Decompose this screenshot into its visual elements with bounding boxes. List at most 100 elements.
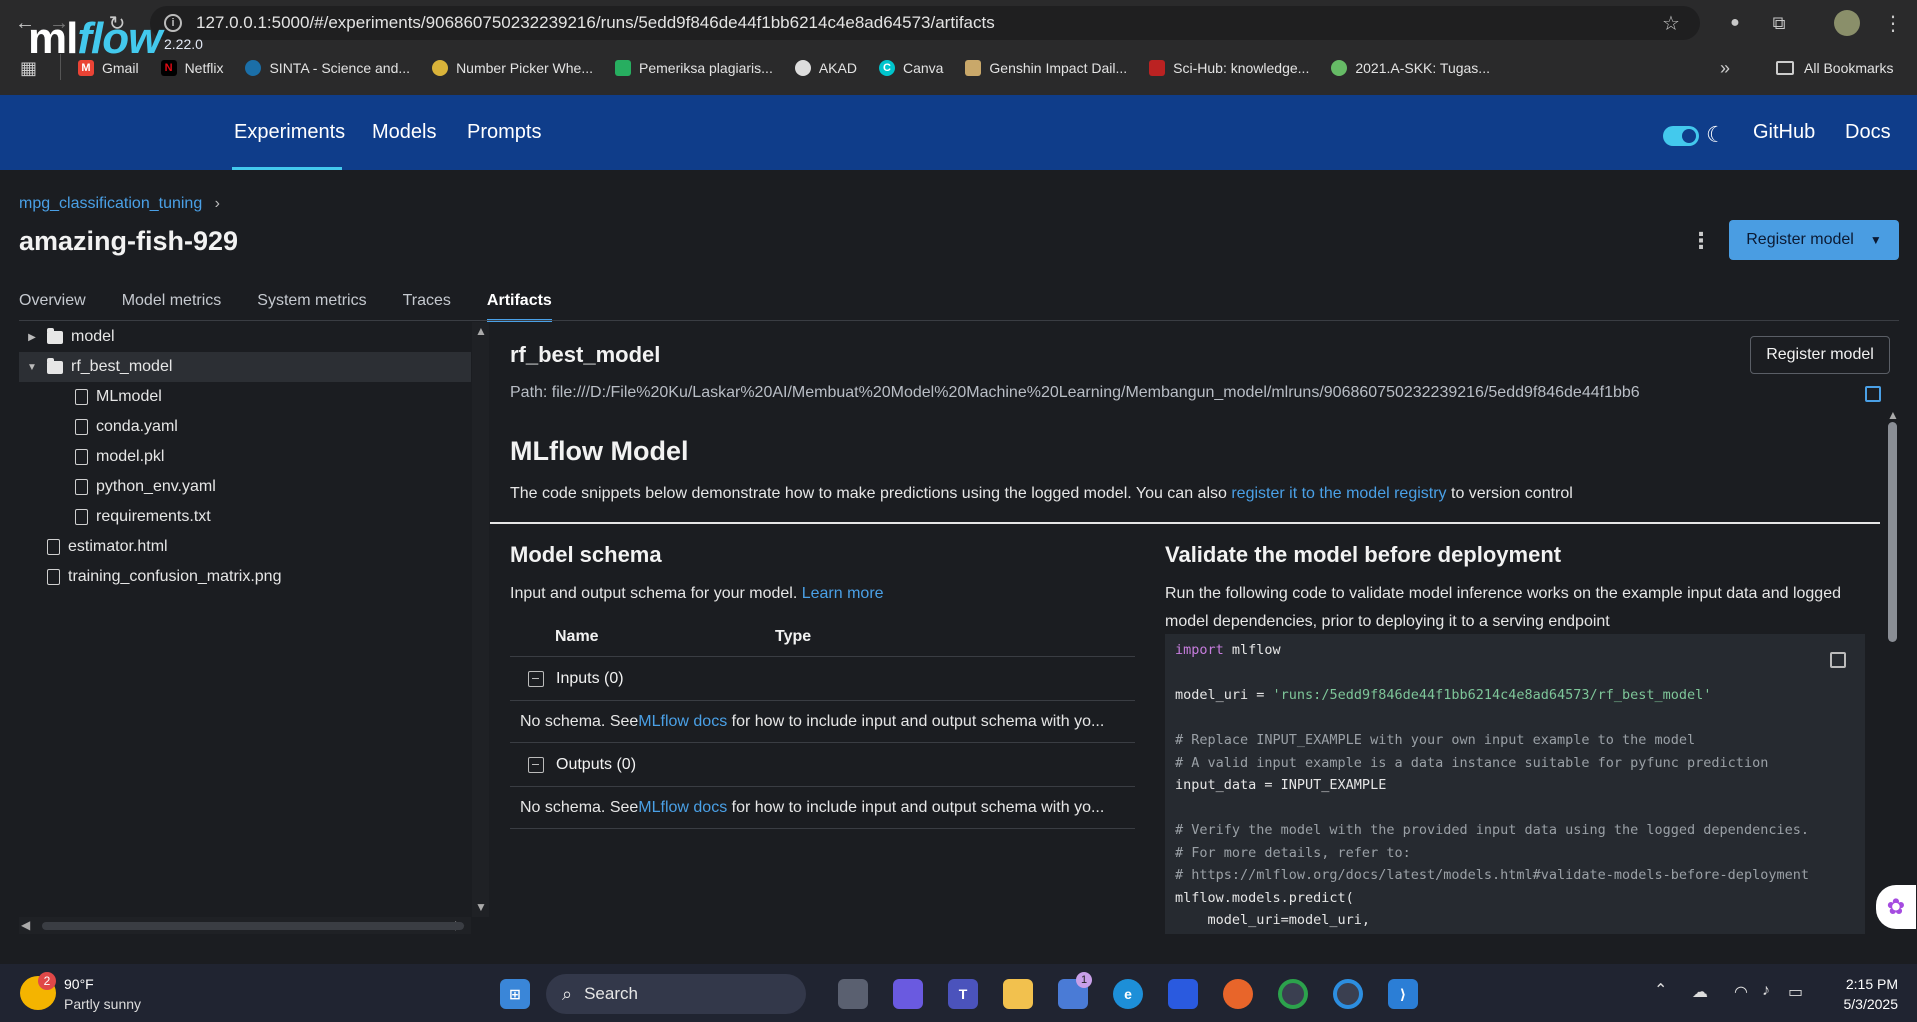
scroll-down-icon[interactable]: ▼ [475,900,487,914]
onedrive-icon[interactable]: ☁ [1692,982,1708,1002]
scroll-up-icon[interactable]: ▲ [475,324,487,338]
tree-item-model-pkl[interactable]: model.pkl [19,442,471,472]
tree-item-label: MLmodel [96,388,162,405]
inputs-no-schema-row: No schema. See MLflow docs for how to in… [510,701,1135,743]
learn-more-link[interactable]: Learn more [802,585,884,602]
all-bookmarks[interactable]: All Bookmarks [1776,60,1893,76]
inputs-label: Inputs (0) [556,669,624,687]
collapse-icon[interactable] [528,670,544,687]
bookmark-sinta[interactable]: SINTA - Science and... [245,60,410,76]
sinta-icon [245,60,262,76]
incognito-icon[interactable]: ● [1720,8,1750,38]
dark-mode-toggle[interactable] [1663,126,1699,146]
extensions-icon[interactable]: ⧉ [1764,8,1794,38]
profile-avatar[interactable] [1834,10,1860,36]
teams-icon[interactable]: T [948,979,978,1009]
mlflow-docs-link[interactable]: MLflow docs [638,713,727,731]
bookmark-scihub[interactable]: Sci-Hub: knowledge... [1149,60,1309,76]
mlflow-logo[interactable]: mlflow [28,14,162,64]
caret-right-icon[interactable]: ▶ [25,332,39,343]
tab-artifacts[interactable]: Artifacts [486,292,552,322]
bookmark-star-icon[interactable]: ☆ [1656,8,1686,38]
tab-model-metrics[interactable]: Model metrics [122,292,222,322]
weather-temp[interactable]: 90°F [64,976,94,992]
file-icon [75,389,88,405]
tab-overview[interactable]: Overview [19,292,86,322]
taskbar-search[interactable]: ⌕ Search [546,974,806,1014]
edge-icon[interactable]: e [1113,979,1143,1009]
tree-item-mlmodel[interactable]: MLmodel [19,382,471,412]
tree-item-model[interactable]: ▶ model [19,322,471,352]
docs-link[interactable]: Docs [1845,95,1891,170]
more-options-icon[interactable]: ⋮ [1690,228,1712,254]
bookmark-canva[interactable]: C Canva [878,60,943,76]
assistant-icon[interactable]: ✿ [1876,885,1916,929]
firefox-icon[interactable] [1223,979,1253,1009]
breadcrumb-experiment[interactable]: mpg_classification_tuning [19,195,202,212]
tab-system-metrics[interactable]: System metrics [257,292,366,322]
bookmark-genshin[interactable]: Genshin Impact Dail... [965,60,1127,76]
tree-item-conda-yaml[interactable]: conda.yaml [19,412,471,442]
tree-scroll-thumb[interactable] [42,922,464,930]
code-line: model_uri=model_uri, [1175,912,1855,934]
chevron-down-icon[interactable]: ▼ [1870,233,1882,247]
scroll-up-icon[interactable]: ▲ [1887,408,1899,422]
nav-prompts[interactable]: Prompts [467,95,541,170]
tree-item-rf-best-model[interactable]: ▼ rf_best_model [19,352,471,382]
nav-models[interactable]: Models [372,95,436,170]
tree-item-python-env[interactable]: python_env.yaml [19,472,471,502]
bookmark-label: Netflix [184,60,224,76]
more-bookmarks-icon[interactable]: » [1720,58,1730,79]
file-explorer-icon[interactable] [1003,979,1033,1009]
tree-item-confusion-matrix[interactable]: training_confusion_matrix.png [19,562,471,592]
vscode-icon[interactable]: ⟩ [1388,979,1418,1009]
bookmark-label: AKAD [818,60,857,76]
nav-experiments[interactable]: Experiments [234,95,345,170]
register-model-secondary-button[interactable]: Register model [1750,336,1890,374]
url-text[interactable]: 127.0.0.1:5000/#/experiments/90686075023… [196,13,995,33]
bookmark-netflix[interactable]: N Netflix [160,60,224,76]
task-view-icon[interactable] [838,979,868,1009]
all-bookmarks-label: All Bookmarks [1804,60,1894,76]
browser-menu-icon[interactable]: ⋮ [1878,8,1908,38]
github-link[interactable]: GitHub [1753,95,1815,170]
copilot-icon[interactable] [893,979,923,1009]
outputs-section-row[interactable]: Outputs (0) [510,743,1135,787]
tree-vertical-scrollbar[interactable]: ▲ ▼ [472,322,489,917]
copy-icon[interactable] [1865,386,1881,402]
plagiarism-icon [615,60,631,76]
battery-icon[interactable]: ▭ [1788,982,1803,1002]
register-registry-link[interactable]: register it to the model registry [1231,485,1446,502]
col-name-header: Name [555,627,599,645]
tree-item-estimator-html[interactable]: estimator.html [19,532,471,562]
site-info-icon[interactable]: i [164,14,182,32]
collapse-icon[interactable] [528,756,544,773]
scroll-left-icon[interactable]: ◀ [21,918,30,932]
bookmark-skk[interactable]: 2021.A-SKK: Tugas... [1331,60,1490,76]
volume-icon[interactable]: ♪ [1762,982,1770,1000]
bookmark-akad[interactable]: AKAD [794,60,857,76]
vpn-icon[interactable] [1168,979,1198,1009]
windows-start-icon[interactable]: ⊞ [500,979,530,1009]
bookmark-number-picker[interactable]: Number Picker Whe... [432,60,593,76]
clock-time[interactable]: 2:15 PM [1838,976,1898,992]
address-bar[interactable]: i 127.0.0.1:5000/#/experiments/906860750… [150,6,1700,40]
clock-date[interactable]: 5/3/2025 [1826,996,1899,1012]
wifi-icon[interactable]: ◠ [1734,982,1748,1002]
caret-down-icon[interactable]: ▼ [25,362,39,373]
col-type-header: Type [775,627,812,645]
chrome-icon[interactable] [1278,979,1308,1009]
chrome-profile-icon[interactable] [1333,979,1363,1009]
code-snippet[interactable]: import mlflow model_uri = 'runs:/5edd9f84… [1165,634,1865,934]
tray-chevron-up-icon[interactable]: ⌃ [1654,980,1667,1000]
mlflow-docs-link[interactable]: MLflow docs [638,799,727,817]
copy-code-icon[interactable] [1830,652,1846,668]
tree-item-requirements[interactable]: requirements.txt [19,502,471,532]
bookmark-plagiarism[interactable]: Pemeriksa plagiaris... [615,60,773,76]
weather-desc[interactable]: Partly sunny [64,996,141,1012]
inputs-section-row[interactable]: Inputs (0) [510,657,1135,701]
register-model-button[interactable]: Register model ▼ [1729,220,1899,260]
code-token: import [1175,642,1224,658]
tab-traces[interactable]: Traces [403,292,451,322]
panel-scroll-thumb[interactable] [1888,422,1897,642]
